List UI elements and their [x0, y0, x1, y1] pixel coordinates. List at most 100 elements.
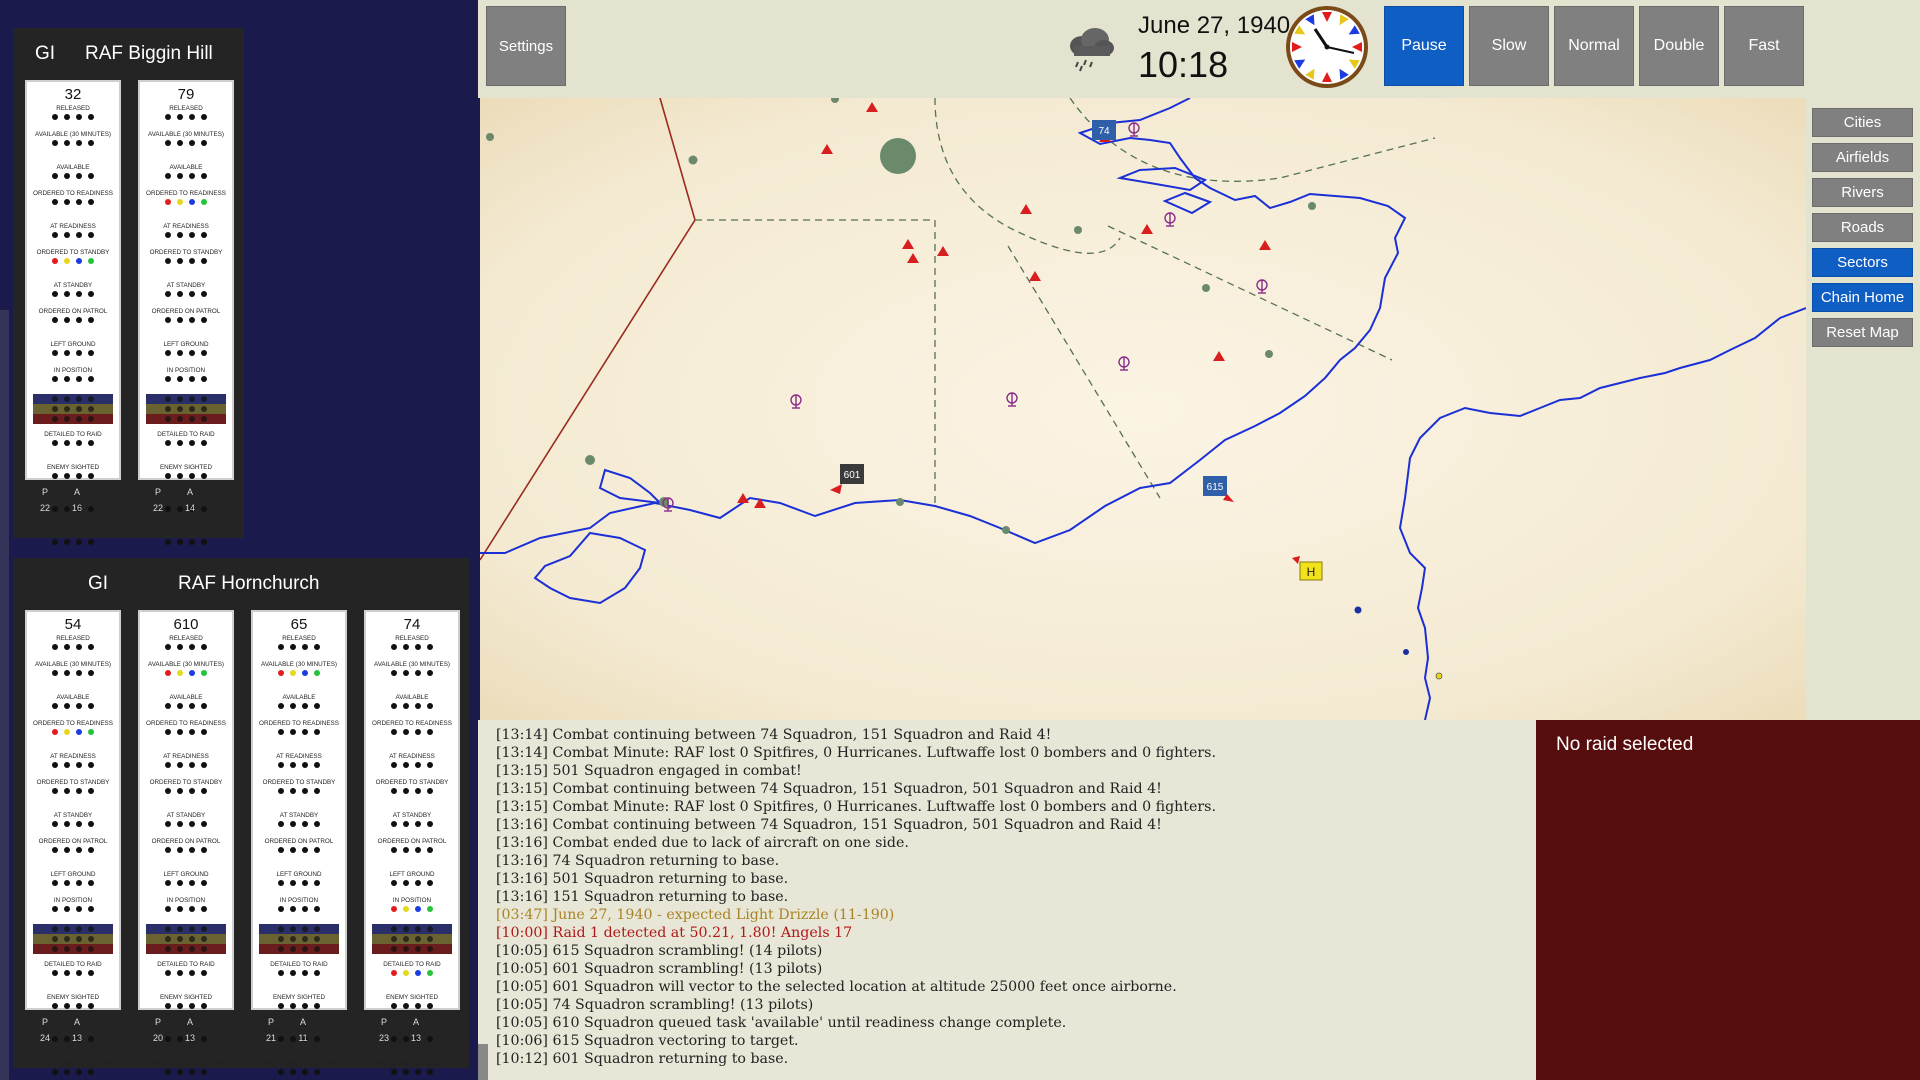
- readiness-state[interactable]: ORDERED ON PATROL: [140, 837, 232, 870]
- readiness-state[interactable]: DETAILED TO RAID: [27, 960, 119, 993]
- readiness-state[interactable]: LANDED AND REFUELLING: [27, 1059, 119, 1080]
- readiness-state[interactable]: ORDERED TO READINESS: [140, 719, 232, 752]
- speed-button-normal[interactable]: Normal: [1554, 6, 1634, 86]
- layer-button-airfields[interactable]: Airfields: [1812, 143, 1913, 172]
- readiness-state[interactable]: AT STANDBY: [366, 811, 458, 837]
- sector-panel-scrollbar[interactable]: [0, 310, 9, 1080]
- readiness-state[interactable]: ORDERED TO READINESS: [253, 719, 345, 752]
- readiness-state[interactable]: IN POSITION: [366, 896, 458, 922]
- readiness-state[interactable]: AT STANDBY: [140, 281, 232, 307]
- settings-button[interactable]: Settings: [486, 6, 566, 86]
- readiness-state[interactable]: AVAILABLE: [253, 693, 345, 719]
- readiness-state[interactable]: AT READINESS: [140, 752, 232, 778]
- squadron-tote-card[interactable]: 610 RELEASED AVAILABLE (30 MINUTES) AVAILAB…: [138, 610, 234, 1075]
- readiness-state[interactable]: AVAILABLE (30 MINUTES): [253, 660, 345, 693]
- readiness-state[interactable]: AVAILABLE: [366, 693, 458, 719]
- readiness-state[interactable]: LANDED AND REFUELLING: [366, 1059, 458, 1080]
- squadron-tote-card[interactable]: 74 RELEASED AVAILABLE (30 MINUTES) AVAILABL…: [364, 610, 460, 1075]
- readiness-state[interactable]: AVAILABLE (30 MINUTES): [27, 130, 119, 163]
- readiness-state[interactable]: DETAILED TO RAID: [366, 960, 458, 993]
- readiness-state[interactable]: ORDERED TO READINESS: [366, 719, 458, 752]
- readiness-state[interactable]: IN POSITION: [27, 896, 119, 922]
- readiness-state[interactable]: DETAILED TO RAID: [253, 960, 345, 993]
- readiness-state[interactable]: RELEASED: [366, 634, 458, 660]
- readiness-state[interactable]: ORDERED TO STANDBY: [366, 778, 458, 811]
- speed-button-pause[interactable]: Pause: [1384, 6, 1464, 86]
- readiness-state[interactable]: ORDERED TO STANDBY: [140, 248, 232, 281]
- readiness-state[interactable]: AVAILABLE (30 MINUTES): [366, 660, 458, 693]
- plot-dot[interactable]: [1354, 606, 1362, 614]
- readiness-state[interactable]: AT READINESS: [253, 752, 345, 778]
- layer-button-cities[interactable]: Cities: [1812, 108, 1913, 137]
- plot-dot[interactable]: [1403, 649, 1409, 655]
- readiness-state[interactable]: LEFT GROUND: [140, 870, 232, 896]
- speed-button-double[interactable]: Double: [1639, 6, 1719, 86]
- pilot-dot: [76, 788, 82, 794]
- speed-button-fast[interactable]: Fast: [1724, 6, 1804, 86]
- squadron-tote-card[interactable]: 54 RELEASED AVAILABLE (30 MINUTES) AVAILABL…: [25, 610, 121, 1075]
- pilot-dot: [64, 1069, 70, 1075]
- readiness-state[interactable]: RELEASED: [140, 634, 232, 660]
- readiness-state[interactable]: AVAILABLE (30 MINUTES): [140, 130, 232, 163]
- readiness-state[interactable]: ORDERED TO READINESS: [27, 719, 119, 752]
- readiness-state[interactable]: LEFT GROUND: [27, 340, 119, 366]
- readiness-state[interactable]: LANDED AND REFUELLING: [140, 1059, 232, 1080]
- readiness-state[interactable]: RELEASED: [253, 634, 345, 660]
- readiness-state[interactable]: ORDERED ON PATROL: [140, 307, 232, 340]
- readiness-state[interactable]: ORDERED ON PATROL: [27, 307, 119, 340]
- readiness-state[interactable]: LEFT GROUND: [366, 870, 458, 896]
- readiness-state[interactable]: LEFT GROUND: [27, 870, 119, 896]
- readiness-state[interactable]: IN POSITION: [140, 896, 232, 922]
- readiness-state[interactable]: AT READINESS: [140, 222, 232, 248]
- speed-button-slow[interactable]: Slow: [1469, 6, 1549, 86]
- readiness-state[interactable]: AVAILABLE: [27, 693, 119, 719]
- readiness-state[interactable]: ORDERED ON PATROL: [27, 837, 119, 870]
- readiness-state[interactable]: DETAILED TO RAID: [27, 430, 119, 463]
- readiness-state[interactable]: ORDERED ON PATROL: [366, 837, 458, 870]
- map-canvas[interactable]: 74 601 615 H: [480, 98, 1806, 720]
- readiness-state[interactable]: ORDERED TO READINESS: [140, 189, 232, 222]
- readiness-state[interactable]: AT STANDBY: [140, 811, 232, 837]
- readiness-state[interactable]: AVAILABLE: [140, 163, 232, 189]
- readiness-state[interactable]: LEFT GROUND: [253, 870, 345, 896]
- layer-button-chain-home[interactable]: Chain Home: [1812, 283, 1913, 312]
- readiness-state[interactable]: AT STANDBY: [27, 811, 119, 837]
- map-view[interactable]: 74 601 615 H: [480, 98, 1806, 720]
- readiness-state[interactable]: IN POSITION: [253, 896, 345, 922]
- layer-button-reset-map[interactable]: Reset Map: [1812, 318, 1913, 347]
- readiness-state[interactable]: LEFT GROUND: [140, 340, 232, 366]
- squadron-tote-card[interactable]: 32 RELEASED AVAILABLE (30 MINUTES) AVAILABL…: [25, 80, 121, 545]
- readiness-state[interactable]: DETAILED TO RAID: [140, 960, 232, 993]
- layer-button-sectors[interactable]: Sectors: [1812, 248, 1913, 277]
- readiness-state[interactable]: ORDERED TO STANDBY: [27, 248, 119, 281]
- readiness-state[interactable]: ORDERED TO READINESS: [27, 189, 119, 222]
- readiness-state[interactable]: IN POSITION: [27, 366, 119, 392]
- readiness-state[interactable]: AT STANDBY: [253, 811, 345, 837]
- readiness-state[interactable]: ORDERED TO STANDBY: [140, 778, 232, 811]
- squadron-tote-card[interactable]: 79 RELEASED AVAILABLE (30 MINUTES) AVAILABL…: [138, 80, 234, 545]
- layer-button-rivers[interactable]: Rivers: [1812, 178, 1913, 207]
- readiness-state[interactable]: DETAILED TO RAID: [140, 430, 232, 463]
- readiness-state[interactable]: ORDERED TO STANDBY: [253, 778, 345, 811]
- readiness-state[interactable]: AT READINESS: [27, 222, 119, 248]
- readiness-state[interactable]: AVAILABLE: [27, 163, 119, 189]
- readiness-state[interactable]: IN POSITION: [140, 366, 232, 392]
- readiness-state[interactable]: ORDERED TO STANDBY: [27, 778, 119, 811]
- readiness-state[interactable]: AVAILABLE: [140, 693, 232, 719]
- readiness-state[interactable]: RELEASED: [27, 634, 119, 660]
- readiness-state[interactable]: LANDED AND REFUELLING: [253, 1059, 345, 1080]
- readiness-state[interactable]: ORDERED ON PATROL: [253, 837, 345, 870]
- readiness-state[interactable]: AVAILABLE (30 MINUTES): [27, 660, 119, 693]
- readiness-state[interactable]: AVAILABLE (30 MINUTES): [140, 660, 232, 693]
- event-log[interactable]: [13:14] Combat continuing between 74 Squ…: [478, 720, 1536, 1080]
- layer-button-roads[interactable]: Roads: [1812, 213, 1913, 242]
- log-scrollbar[interactable]: [478, 1044, 488, 1080]
- squadron-tote-card[interactable]: 65 RELEASED AVAILABLE (30 MINUTES) AVAILABL…: [251, 610, 347, 1075]
- readiness-state[interactable]: AT READINESS: [27, 752, 119, 778]
- plot-dot[interactable]: [1435, 672, 1443, 680]
- readiness-state[interactable]: RELEASED: [140, 104, 232, 130]
- readiness-state[interactable]: AT STANDBY: [27, 281, 119, 307]
- readiness-state[interactable]: AT READINESS: [366, 752, 458, 778]
- readiness-state[interactable]: RELEASED: [27, 104, 119, 130]
- squadron-marker-74[interactable]: 74: [1092, 120, 1116, 140]
